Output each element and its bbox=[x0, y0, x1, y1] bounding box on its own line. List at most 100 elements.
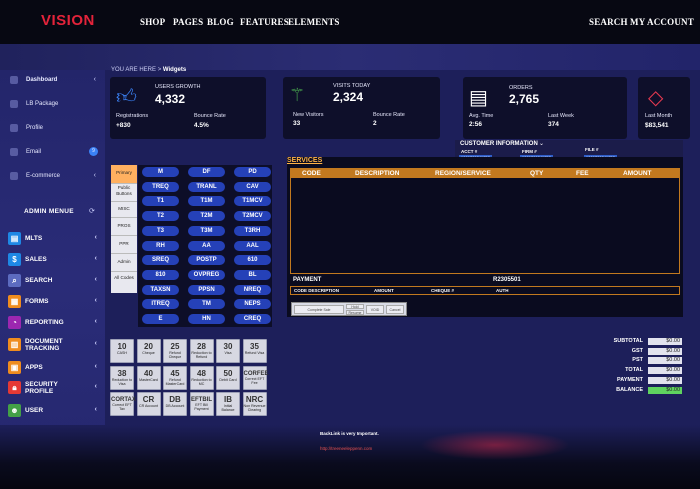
code-button-t2mcv[interactable]: T2MCV bbox=[234, 211, 271, 222]
code-button-t1m[interactable]: T1M bbox=[188, 196, 225, 207]
code-button-aa[interactable]: AA bbox=[188, 240, 225, 251]
payment-key-30[interactable]: 30 Visa bbox=[216, 339, 240, 363]
payment-key-corfee[interactable]: CORFEE Correct EFT Fee bbox=[242, 365, 269, 390]
payment-key-50[interactable]: 50 Debit Card bbox=[216, 365, 240, 390]
code-selector: Primary Public Buttons MISC PROS PPR Adm… bbox=[111, 165, 272, 327]
payment-key-ib[interactable]: IB Initial Balance bbox=[216, 392, 240, 416]
admin-item-search[interactable]: ⌕ SEARCH ‹ bbox=[8, 272, 98, 290]
code-button-810[interactable]: 810 bbox=[142, 269, 179, 280]
admin-item-document-tracking[interactable]: ▥ DOCUMENT TRACKING ‹ bbox=[8, 336, 98, 356]
footer-link[interactable]: http://treeneeleppenn.com bbox=[320, 446, 372, 451]
code-button-ppsn[interactable]: PPSN bbox=[188, 284, 225, 295]
key-label: Correct EFT Tax bbox=[112, 403, 132, 411]
brand-logo[interactable]: VISION bbox=[41, 12, 95, 29]
code-button-postp[interactable]: POSTP bbox=[188, 255, 225, 266]
void-button[interactable]: VOID bbox=[366, 305, 384, 314]
services-table-body bbox=[290, 178, 680, 274]
payment-key-40[interactable]: 40 MasterCard bbox=[136, 365, 161, 390]
code-button-t2[interactable]: T2 bbox=[142, 211, 179, 222]
admin-item-sales[interactable]: $ SALES ‹ bbox=[8, 251, 98, 269]
code-button-bl[interactable]: BL bbox=[234, 269, 271, 280]
tab-public-buttons[interactable]: Public Buttons bbox=[111, 184, 137, 202]
code-button-aal[interactable]: AAL bbox=[234, 240, 271, 251]
code-button-t3[interactable]: T3 bbox=[142, 225, 179, 236]
sidebar-item-profile[interactable]: Profile bbox=[10, 123, 98, 135]
nav-blog[interactable]: BLOG bbox=[207, 17, 234, 27]
code-button-df[interactable]: DF bbox=[188, 167, 225, 177]
nav-search[interactable]: SEARCH bbox=[589, 17, 628, 27]
payment-key-48[interactable]: 48 Reduction to MC bbox=[189, 365, 214, 390]
payment-key-db[interactable]: DB DB Account bbox=[163, 392, 187, 416]
admin-item-security-profile[interactable]: 🔒︎ SECURITY PROFILE ‹ bbox=[8, 379, 98, 399]
admin-item-apps[interactable]: ▣ APPS ‹ bbox=[8, 359, 98, 377]
tab-pros[interactable]: PROS bbox=[111, 218, 137, 236]
code-button-sreq[interactable]: SREQ bbox=[142, 255, 179, 266]
code-button-m[interactable]: M bbox=[142, 167, 179, 177]
nav-pages[interactable]: PAGES bbox=[173, 17, 203, 27]
payment-key-nrc[interactable]: NRC Non Revenue Clearing bbox=[242, 392, 267, 416]
code-button-t2m[interactable]: T2M bbox=[188, 211, 225, 222]
user-icon bbox=[10, 124, 18, 132]
footer-decoration bbox=[420, 430, 570, 460]
nav-shop[interactable]: SHOP bbox=[140, 17, 165, 27]
apps-icon: ▣ bbox=[8, 361, 21, 374]
admin-item-reporting[interactable]: ◔ REPORTING ‹ bbox=[8, 314, 98, 332]
key-label: Refund Cheque bbox=[168, 351, 182, 359]
code-button-t3m[interactable]: T3M bbox=[188, 225, 225, 236]
code-button-tm[interactable]: TM bbox=[188, 299, 225, 310]
code-button-neps[interactable]: NEPS bbox=[234, 299, 271, 310]
code-button-t3rh[interactable]: T3RH bbox=[234, 225, 271, 236]
sidebar-item-ecommerce[interactable]: E-commerce ‹ bbox=[10, 171, 98, 183]
admin-item-forms[interactable]: ▦ FORMS ‹ bbox=[8, 293, 98, 311]
code-button-treq[interactable]: TREQ bbox=[142, 181, 179, 192]
code-button-taxsn[interactable]: TAXSN bbox=[142, 284, 179, 295]
nav-elements[interactable]: ELEMENTS bbox=[288, 17, 340, 27]
chevron-down-icon[interactable]: ⌄ bbox=[539, 140, 544, 147]
code-button-rh[interactable]: RH bbox=[142, 240, 179, 251]
services-title: SERVICES bbox=[287, 157, 323, 164]
tab-primary[interactable]: Primary bbox=[111, 165, 137, 184]
resume-button[interactable]: Resume bbox=[346, 310, 364, 315]
code-button-itreq[interactable]: ITREQ bbox=[142, 299, 179, 310]
code-button-610[interactable]: 610 bbox=[234, 255, 271, 266]
key-code: 28 bbox=[197, 342, 206, 351]
admin-item-mlts[interactable]: ▤ MLTS ‹ bbox=[8, 230, 98, 248]
cancel-button[interactable]: Cancel bbox=[386, 305, 404, 314]
payment-key-25[interactable]: 25 Refund Cheque bbox=[163, 339, 187, 363]
hold-button[interactable]: Hold bbox=[346, 304, 364, 309]
code-button-pd[interactable]: PD bbox=[234, 167, 271, 177]
search-icon: ⌕ bbox=[8, 274, 21, 287]
chevron-icon: ‹ bbox=[93, 172, 96, 179]
code-button-t1mcv[interactable]: T1MCV bbox=[234, 196, 271, 207]
sidebar-item-dashboard[interactable]: Dashboard ‹ bbox=[10, 75, 98, 87]
payment-key-20[interactable]: 20 Cheque bbox=[136, 339, 161, 363]
payment-table-header: CODE DESCRIPTION AMOUNT CHEQUE # AUTH bbox=[290, 286, 680, 295]
code-button-creq[interactable]: CREQ bbox=[234, 314, 271, 324]
refresh-icon[interactable]: ⟳ bbox=[89, 207, 95, 215]
tab-admin[interactable]: Admin bbox=[111, 254, 137, 272]
tab-misc[interactable]: MISC bbox=[111, 202, 137, 218]
code-button-ovpreg[interactable]: OVPREG bbox=[188, 269, 225, 280]
payment-key-10[interactable]: 10 CASH bbox=[110, 339, 134, 363]
payment-key-28[interactable]: 28 Reduction to Refund bbox=[189, 339, 214, 363]
complete-sale-button[interactable]: Complete Sale bbox=[294, 305, 344, 314]
payment-key-cortax[interactable]: CORTAX Correct EFT Tax bbox=[110, 392, 136, 416]
payment-key-eftbil[interactable]: EFTBIL EFT Bill Payment bbox=[189, 392, 214, 416]
sidebar-item-email[interactable]: Email 9 bbox=[10, 147, 98, 159]
admin-item-user[interactable]: ☻ USER ‹ bbox=[8, 402, 98, 420]
nav-my-account[interactable]: MY ACCOUNT bbox=[630, 17, 694, 27]
code-button-t1[interactable]: T1 bbox=[142, 196, 179, 207]
tab-all-codes[interactable]: All Codes bbox=[111, 272, 137, 293]
tab-ppr[interactable]: PPR bbox=[111, 236, 137, 254]
payment-key-38[interactable]: 38 Reduction to Visa bbox=[110, 365, 134, 390]
code-button-cav[interactable]: CAV bbox=[234, 181, 271, 192]
code-button-nreq[interactable]: NREQ bbox=[234, 284, 271, 295]
code-button-tranl[interactable]: TRANL bbox=[188, 181, 225, 192]
code-button-hn[interactable]: HN bbox=[188, 314, 225, 324]
payment-key-45[interactable]: 45 Refund MasterCard bbox=[163, 365, 187, 390]
sidebar-item-lb-package[interactable]: LB Package bbox=[10, 99, 98, 111]
code-button-e[interactable]: E bbox=[142, 314, 179, 324]
nav-features[interactable]: FEATURES bbox=[240, 17, 289, 27]
payment-key-35[interactable]: 35 Refund Visa bbox=[242, 339, 267, 363]
payment-key-cr[interactable]: CR CR Account bbox=[136, 392, 161, 416]
